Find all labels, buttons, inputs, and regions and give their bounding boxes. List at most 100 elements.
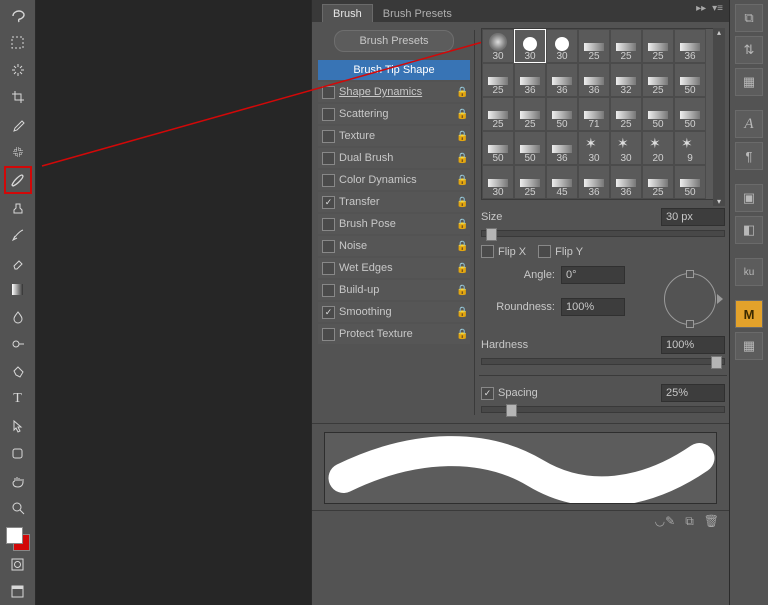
opt-shape-dynamics[interactable]: Shape Dynamics🔒 — [318, 82, 470, 102]
checkbox-icon[interactable]: ✓ — [322, 196, 335, 209]
eraser-tool-icon[interactable] — [5, 250, 31, 275]
opt-protect-texture[interactable]: Protect Texture🔒 — [318, 324, 470, 344]
lock-icon[interactable]: 🔒 — [456, 219, 466, 230]
opt-transfer[interactable]: ✓Transfer🔒 — [318, 192, 470, 212]
brush-preset-cell[interactable]: 25 — [610, 97, 642, 131]
spacing-slider[interactable] — [481, 406, 725, 413]
checkbox-icon[interactable] — [322, 284, 335, 297]
brush-preset-cell[interactable]: 36 — [674, 29, 706, 63]
history-brush-tool-icon[interactable] — [5, 223, 31, 248]
3d-panel-icon[interactable]: ▣ — [735, 184, 763, 212]
lock-icon[interactable]: 🔒 — [456, 109, 466, 120]
checkbox-icon[interactable] — [322, 240, 335, 253]
lasso-tool-icon[interactable] — [5, 3, 31, 28]
brush-preset-cell[interactable]: 50 — [546, 97, 578, 131]
shape-tool-icon[interactable] — [5, 441, 31, 466]
brush-preset-cell[interactable]: 50 — [674, 97, 706, 131]
screenmode-icon[interactable] — [5, 579, 31, 604]
quickmask-icon[interactable] — [5, 552, 31, 577]
brush-preset-cell[interactable]: 25 — [642, 165, 674, 199]
opt-brush-pose[interactable]: Brush Pose🔒 — [318, 214, 470, 234]
brush-preset-cell[interactable]: 20 — [642, 131, 674, 165]
panel-menu-icon[interactable]: ▾≡ — [712, 3, 723, 14]
brush-tool-icon[interactable] — [4, 166, 32, 193]
arrange-icon[interactable]: ⇅ — [735, 36, 763, 64]
lock-icon[interactable]: 🔒 — [456, 131, 466, 142]
brush-preset-cell[interactable]: 36 — [514, 63, 546, 97]
opt-wet-edges[interactable]: Wet Edges🔒 — [318, 258, 470, 278]
brush-preset-cell[interactable]: 71 — [578, 97, 610, 131]
brush-preset-cell[interactable]: 30 — [578, 131, 610, 165]
type-tool-icon[interactable]: T — [5, 386, 31, 411]
spacing-input[interactable]: 25% — [661, 384, 725, 402]
opt-build-up[interactable]: Build-up🔒 — [318, 280, 470, 300]
crop-tool-icon[interactable] — [5, 85, 31, 110]
angle-control[interactable] — [655, 264, 725, 334]
heal-tool-icon[interactable] — [5, 139, 31, 164]
brush-preset-cell[interactable]: 25 — [578, 29, 610, 63]
opt-color-dynamics[interactable]: Color Dynamics🔒 — [318, 170, 470, 190]
lock-icon[interactable]: 🔒 — [456, 285, 466, 296]
lock-icon[interactable]: 🔒 — [456, 153, 466, 164]
brush-preset-cell[interactable]: 9 — [674, 131, 706, 165]
brush-preset-grid[interactable]: 3030302525253625363636322550252550712550… — [481, 28, 725, 200]
brush-preset-cell[interactable]: 30 — [610, 131, 642, 165]
lock-icon[interactable]: 🔒 — [456, 87, 466, 98]
cube-panel-icon[interactable]: ◧ — [735, 216, 763, 244]
dodge-tool-icon[interactable] — [5, 332, 31, 357]
brush-preset-cell[interactable]: 36 — [578, 165, 610, 199]
swatches-panel-icon[interactable]: ▦ — [735, 332, 763, 360]
lock-icon[interactable]: 🔒 — [456, 329, 466, 340]
brush-preset-cell[interactable]: 32 — [610, 63, 642, 97]
brush-preset-cell[interactable]: 30 — [546, 29, 578, 63]
checkbox-icon[interactable] — [322, 86, 335, 99]
opt-smoothing[interactable]: ✓Smoothing🔒 — [318, 302, 470, 322]
checkbox-icon[interactable] — [322, 262, 335, 275]
hand-tool-icon[interactable] — [5, 468, 31, 493]
brush-preset-cell[interactable]: 50 — [482, 131, 514, 165]
opt-dual-brush[interactable]: Dual Brush🔒 — [318, 148, 470, 168]
brush-tip-shape-header[interactable]: Brush Tip Shape — [318, 60, 470, 80]
blur-tool-icon[interactable] — [5, 305, 31, 330]
marquee-tool-icon[interactable] — [5, 30, 31, 55]
brush-preset-cell[interactable]: 50 — [674, 63, 706, 97]
paragraph-panel-icon[interactable]: ¶ — [735, 142, 763, 170]
brush-preset-cell[interactable]: 36 — [578, 63, 610, 97]
brush-preset-cell[interactable]: 36 — [546, 63, 578, 97]
toggle-preview-icon[interactable]: ◡✎ — [655, 514, 676, 528]
opt-scattering[interactable]: Scattering🔒 — [318, 104, 470, 124]
guides-icon[interactable]: ⧉ — [735, 4, 763, 32]
eyedropper-tool-icon[interactable] — [5, 112, 31, 137]
flipy-checkbox[interactable]: Flip Y — [538, 245, 583, 258]
brush-preset-cell[interactable]: 25 — [482, 97, 514, 131]
brush-preset-cell[interactable]: 36 — [610, 165, 642, 199]
checkbox-icon[interactable] — [322, 328, 335, 341]
brush-preset-cell[interactable]: 50 — [674, 165, 706, 199]
angle-input[interactable]: 0° — [561, 266, 625, 284]
brush-preset-cell[interactable]: 50 — [514, 131, 546, 165]
wand-tool-icon[interactable] — [5, 57, 31, 82]
brush-preset-cell[interactable]: 25 — [482, 63, 514, 97]
color-swatches[interactable] — [6, 527, 30, 550]
flipx-checkbox[interactable]: Flip X — [481, 245, 526, 258]
collapse-icon[interactable]: ▸▸ — [696, 3, 706, 14]
new-preset-icon[interactable]: ⧉ — [685, 514, 694, 529]
character-panel-icon[interactable]: A — [735, 110, 763, 138]
hardness-slider[interactable] — [481, 358, 725, 365]
tab-brush-presets[interactable]: Brush Presets — [373, 5, 462, 22]
size-slider[interactable] — [481, 230, 725, 237]
brush-preset-cell[interactable]: 50 — [642, 97, 674, 131]
pen-tool-icon[interactable] — [5, 359, 31, 384]
lock-icon[interactable]: 🔒 — [456, 263, 466, 274]
spacing-checkbox[interactable]: ✓Spacing — [481, 387, 538, 400]
lock-icon[interactable]: 🔒 — [456, 241, 466, 252]
brush-preset-cell[interactable]: 45 — [546, 165, 578, 199]
brush-presets-button[interactable]: Brush Presets — [334, 30, 454, 52]
scrollbar[interactable]: ▴▾ — [713, 28, 725, 206]
brush-preset-cell[interactable]: 36 — [546, 131, 578, 165]
checkbox-icon[interactable]: ✓ — [322, 306, 335, 319]
brush-preset-cell[interactable]: 25 — [642, 63, 674, 97]
checkbox-icon[interactable] — [322, 152, 335, 165]
opt-texture[interactable]: Texture🔒 — [318, 126, 470, 146]
opt-noise[interactable]: Noise🔒 — [318, 236, 470, 256]
